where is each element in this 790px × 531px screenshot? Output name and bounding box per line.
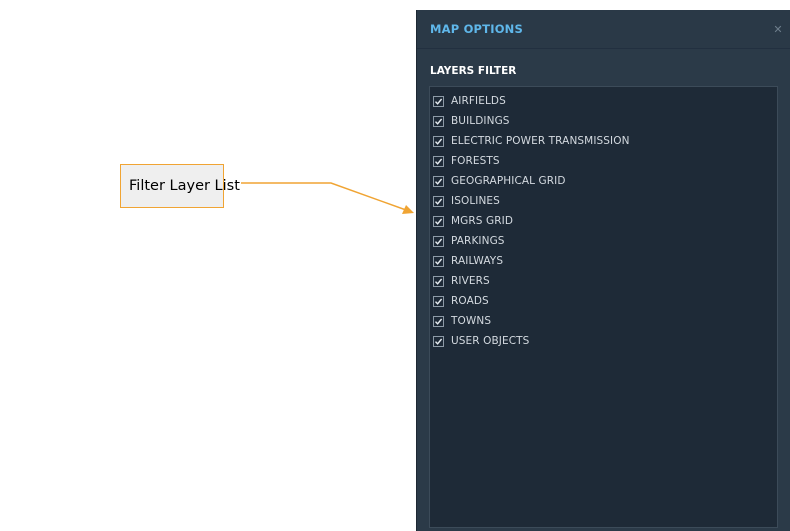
layer-label: ROADS bbox=[451, 295, 489, 307]
checkmark-icon bbox=[434, 138, 443, 145]
layer-checkbox[interactable] bbox=[433, 335, 444, 347]
layer-item[interactable]: ISOLINES bbox=[430, 191, 777, 211]
panel-header: MAP OPTIONS ✕ bbox=[417, 10, 790, 49]
checkmark-icon bbox=[434, 178, 443, 185]
layer-item[interactable]: GEOGRAPHICAL GRID bbox=[430, 171, 777, 191]
panel-title: MAP OPTIONS bbox=[430, 22, 523, 36]
layer-label: RIVERS bbox=[451, 275, 490, 287]
checkmark-icon bbox=[434, 158, 443, 165]
checkmark-icon bbox=[434, 258, 443, 265]
checkmark-icon bbox=[434, 118, 443, 125]
checkmark-icon bbox=[434, 298, 443, 305]
layer-label: RAILWAYS bbox=[451, 255, 504, 267]
callout-box: Filter Layer List bbox=[120, 164, 240, 208]
layer-checkbox[interactable] bbox=[433, 275, 444, 287]
checkmark-icon bbox=[434, 278, 443, 285]
layer-label: PARKINGS bbox=[451, 235, 505, 247]
callout-label: Filter Layer List bbox=[129, 178, 240, 194]
checkmark-icon bbox=[434, 218, 443, 225]
layer-checkbox[interactable] bbox=[433, 175, 444, 187]
layer-item[interactable]: FORESTS bbox=[430, 151, 777, 171]
layers-filter-title: LAYERS FILTER bbox=[430, 65, 517, 77]
layer-checkbox[interactable] bbox=[433, 95, 444, 107]
layer-label: GEOGRAPHICAL GRID bbox=[451, 175, 566, 187]
layer-checkbox[interactable] bbox=[433, 255, 444, 267]
layer-label: TOWNS bbox=[451, 315, 492, 327]
checkmark-icon bbox=[434, 238, 443, 245]
layer-item[interactable]: PARKINGS bbox=[430, 231, 777, 251]
layers-list: AIRFIELDS BUILDINGS ELECTRIC POWER TRANSMI… bbox=[429, 86, 778, 528]
layer-item[interactable]: ELECTRIC POWER TRANSMISSION bbox=[430, 131, 777, 151]
layer-item[interactable]: RIVERS bbox=[430, 271, 777, 291]
layer-item[interactable]: RAILWAYS bbox=[430, 251, 777, 271]
close-icon[interactable]: ✕ bbox=[770, 21, 786, 37]
checkmark-icon bbox=[434, 318, 443, 325]
layer-label: ISOLINES bbox=[451, 195, 500, 207]
layer-checkbox[interactable] bbox=[433, 215, 444, 227]
layer-label: AIRFIELDS bbox=[451, 95, 506, 107]
layer-item[interactable]: USER OBJECTS bbox=[430, 331, 777, 351]
layer-item[interactable]: ROADS bbox=[430, 291, 777, 311]
layer-label: FORESTS bbox=[451, 155, 500, 167]
layer-checkbox[interactable] bbox=[433, 115, 444, 127]
layer-checkbox[interactable] bbox=[433, 155, 444, 167]
layer-item[interactable]: BUILDINGS bbox=[430, 111, 777, 131]
layer-item[interactable]: AIRFIELDS bbox=[430, 91, 777, 111]
layer-label: MGRS GRID bbox=[451, 215, 514, 227]
layer-checkbox[interactable] bbox=[433, 315, 444, 327]
layer-checkbox[interactable] bbox=[433, 295, 444, 307]
map-options-panel: MAP OPTIONS ✕ LAYERS FILTER AIRFIELDS BUI… bbox=[416, 10, 790, 531]
layer-item[interactable]: MGRS GRID bbox=[430, 211, 777, 231]
layer-label: BUILDINGS bbox=[451, 115, 510, 127]
layer-checkbox[interactable] bbox=[433, 235, 444, 247]
layer-item[interactable]: TOWNS bbox=[430, 311, 777, 331]
checkmark-icon bbox=[434, 338, 443, 345]
checkmark-icon bbox=[434, 98, 443, 105]
layer-label: USER OBJECTS bbox=[451, 335, 530, 347]
layer-checkbox[interactable] bbox=[433, 195, 444, 207]
layer-checkbox[interactable] bbox=[433, 135, 444, 147]
layer-label: ELECTRIC POWER TRANSMISSION bbox=[451, 135, 630, 147]
checkmark-icon bbox=[434, 198, 443, 205]
